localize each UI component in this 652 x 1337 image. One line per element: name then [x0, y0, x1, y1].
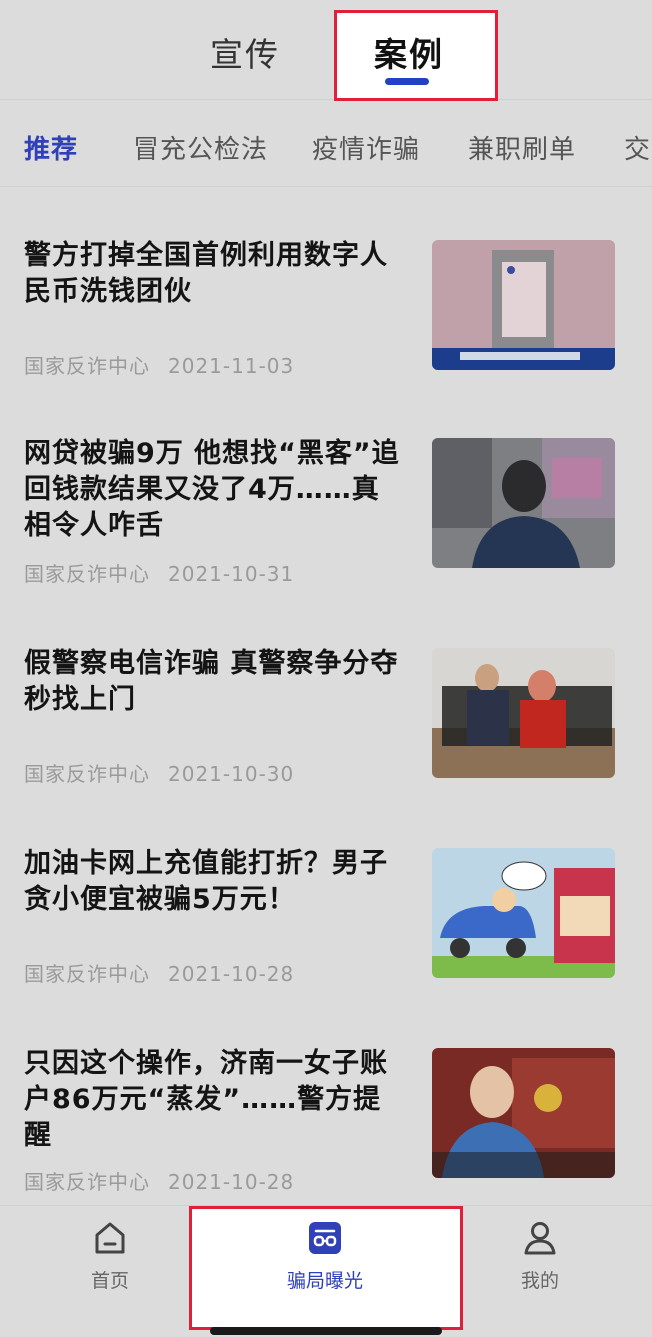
user-icon: [524, 1222, 556, 1255]
news-meta: 国家反诈中心 2021-10-31: [24, 558, 294, 587]
tab-cases[interactable]: 案例: [374, 28, 444, 76]
news-title: 警方打掉全国首例利用数字人民币洗钱团伙: [24, 240, 388, 307]
nav-mine[interactable]: 我的: [500, 1220, 580, 1293]
nav-scam-exposure[interactable]: 骗局曝光: [245, 1220, 405, 1293]
news-meta: 国家反诈中心 2021-10-28: [24, 958, 294, 987]
news-thumbnail: [432, 438, 615, 568]
top-tab-bar: 宣传 案例: [0, 0, 652, 101]
news-thumbnail: [432, 1048, 615, 1178]
news-title: 只因这个操作，济南一女子账户86万元“蒸发”……警方提醒: [24, 1048, 388, 1151]
category-more[interactable]: 交: [624, 129, 651, 166]
news-date: 2021-11-03: [168, 354, 295, 378]
tab-propaganda[interactable]: 宣传: [210, 28, 280, 76]
news-date: 2021-10-28: [168, 962, 295, 986]
news-source: 国家反诈中心: [24, 354, 150, 378]
category-bar: 推荐 冒充公检法 疫情诈骗 兼职刷单 交: [0, 101, 652, 187]
news-thumbnail: [432, 240, 615, 370]
nav-home[interactable]: 首页: [70, 1220, 150, 1293]
news-thumbnail: [432, 648, 615, 778]
news-source: 国家反诈中心: [24, 962, 150, 986]
news-source: 国家反诈中心: [24, 1170, 150, 1194]
news-meta: 国家反诈中心 2021-11-03: [24, 350, 294, 379]
news-thumbnail: [432, 848, 615, 978]
nav-mine-label: 我的: [520, 1270, 559, 1292]
news-item[interactable]: 警方打掉全国首例利用数字人民币洗钱团伙 国家反诈中心 2021-11-03: [0, 238, 652, 438]
news-title: 网贷被骗9万 他想找“黑客”追回钱款结果又没了4万……真相令人咋舌: [24, 438, 400, 541]
news-meta: 国家反诈中心 2021-10-28: [24, 1166, 294, 1195]
home-indicator[interactable]: [210, 1327, 442, 1335]
active-tab-indicator: [385, 78, 429, 85]
news-item[interactable]: 加油卡网上充值能打折？男子贪小便宜被骗5万元！ 国家反诈中心 2021-10-28: [0, 846, 652, 1046]
news-item[interactable]: 网贷被骗9万 他想找“黑客”追回钱款结果又没了4万……真相令人咋舌 国家反诈中心…: [0, 436, 652, 636]
news-item[interactable]: 假警察电信诈骗 真警察争分夺秒找上门 国家反诈中心 2021-10-30: [0, 646, 652, 846]
news-title: 假警察电信诈骗 真警察争分夺秒找上门: [24, 648, 399, 715]
news-date: 2021-10-30: [168, 762, 295, 786]
bottom-nav: 首页 骗局曝光 我的: [0, 1205, 652, 1337]
scam-exposure-icon: [309, 1222, 341, 1254]
category-part-time-order[interactable]: 兼职刷单: [468, 129, 576, 166]
news-source: 国家反诈中心: [24, 762, 150, 786]
nav-scam-exposure-label: 骗局曝光: [286, 1270, 363, 1292]
news-source: 国家反诈中心: [24, 562, 150, 586]
category-impersonate-police[interactable]: 冒充公检法: [133, 129, 268, 166]
news-date: 2021-10-28: [168, 1170, 295, 1194]
news-date: 2021-10-31: [168, 562, 295, 586]
nav-home-label: 首页: [90, 1270, 129, 1292]
home-icon: [95, 1222, 125, 1254]
category-recommend[interactable]: 推荐: [24, 129, 78, 166]
news-title: 加油卡网上充值能打折？男子贪小便宜被骗5万元！: [24, 848, 388, 915]
category-epidemic-fraud[interactable]: 疫情诈骗: [312, 129, 420, 166]
news-meta: 国家反诈中心 2021-10-30: [24, 758, 294, 787]
